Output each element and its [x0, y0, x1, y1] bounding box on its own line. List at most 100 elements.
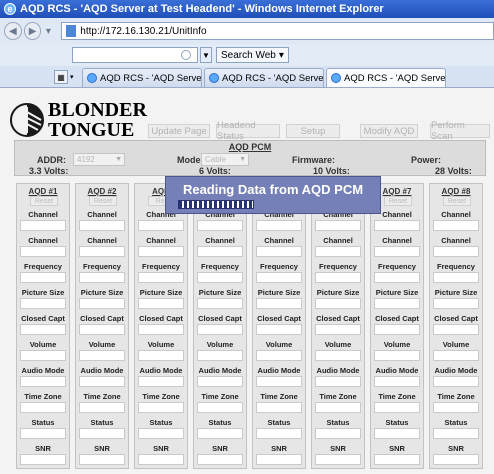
field-label: SNR — [271, 444, 287, 453]
field-value-box — [315, 246, 361, 257]
mode-select[interactable]: Cable ▼ — [201, 153, 249, 166]
field-label: Closed Capt — [21, 314, 65, 323]
field-value-box — [138, 246, 184, 257]
field-value-box — [433, 246, 479, 257]
aqd-column-8: AQD #8ResetChannelChannel NameFrequencyP… — [429, 183, 483, 469]
field-label: Time Zone — [24, 392, 62, 401]
browser-tab-1[interactable]: AQD RCS - 'AQD Server at T... — [82, 68, 202, 87]
field-value-box — [315, 402, 361, 413]
field-value-box — [138, 402, 184, 413]
setup-button[interactable]: Setup — [286, 124, 340, 138]
search-web-label: Search Web — [221, 49, 276, 61]
field-value-box — [374, 376, 420, 387]
reset-button[interactable]: Reset — [384, 196, 412, 206]
field-value-box — [374, 428, 420, 439]
field-label: SNR — [212, 444, 228, 453]
field-value-box — [256, 454, 302, 465]
v6-label: 6 Volts: — [199, 166, 231, 176]
ie-logo-icon: e — [4, 3, 16, 15]
field-label: Closed Capt — [139, 314, 183, 323]
field-label: Closed Capt — [434, 314, 478, 323]
addr-value: 4192 — [77, 155, 95, 164]
aqd-column-title: AQD #2 — [87, 187, 117, 196]
field-value-box — [138, 324, 184, 335]
field-value-box — [256, 376, 302, 387]
modify-aqd-button[interactable]: Modify AQD — [360, 124, 418, 138]
perform-scan-button[interactable]: Perform Scan — [430, 120, 490, 142]
field-label: Audio Mode — [257, 366, 301, 375]
firmware-label: Firmware: — [292, 155, 336, 165]
history-dropdown-icon[interactable]: ▾ — [43, 22, 53, 40]
field-label: Time Zone — [319, 392, 357, 401]
field-value-box — [256, 298, 302, 309]
field-value-box — [315, 376, 361, 387]
field-value-box — [79, 376, 125, 387]
field-label: SNR — [35, 444, 51, 453]
field-label: Audio Mode — [316, 366, 360, 375]
field-label: Audio Mode — [21, 366, 65, 375]
address-bar[interactable]: http://172.16.130.21/UnitInfo — [61, 22, 494, 40]
tab-list-dropdown-icon[interactable]: ▾ — [70, 70, 78, 84]
addr-label: ADDR: — [37, 155, 66, 165]
field-label: SNR — [153, 444, 169, 453]
aqd-column-title: AQD #8 — [441, 187, 471, 196]
field-value-box — [433, 350, 479, 361]
field-label: Picture Size — [21, 288, 65, 297]
field-value-box — [433, 272, 479, 283]
field-label: Audio Mode — [139, 366, 183, 375]
v28-label: 28 Volts: — [435, 166, 472, 176]
update-page-button[interactable]: Update Page — [148, 124, 210, 138]
field-label: Time Zone — [83, 392, 121, 401]
window-title: AQD RCS - 'AQD Server at Test Headend' -… — [20, 3, 384, 15]
field-label: Time Zone — [201, 392, 239, 401]
field-label: Frequency — [437, 262, 475, 271]
field-value-box — [315, 428, 361, 439]
browser-tab-2[interactable]: AQD RCS - 'AQD Server at T... — [204, 68, 324, 87]
field-value-box — [197, 428, 243, 439]
reset-button[interactable]: Reset — [89, 196, 117, 206]
field-label: Status — [267, 418, 291, 427]
back-arrow-icon[interactable]: ◀ — [4, 22, 22, 40]
field-label: Channel — [87, 210, 117, 219]
field-label: Frequency — [142, 262, 180, 271]
field-label: Status — [90, 418, 114, 427]
aqd-column-title: AQD #1 — [28, 187, 58, 196]
field-label: Picture Size — [198, 288, 242, 297]
field-label: Closed Capt — [257, 314, 301, 323]
reset-button[interactable]: Reset — [443, 196, 471, 206]
search-dropdown-icon[interactable]: ▼ — [200, 47, 212, 63]
tab-label: AQD RCS - 'AQD Server at T... — [100, 72, 202, 84]
v10-label: 10 Volts: — [313, 166, 350, 176]
reset-button[interactable]: Reset — [30, 196, 58, 206]
field-value-box — [79, 350, 125, 361]
field-label: Audio Mode — [434, 366, 478, 375]
search-web-button[interactable]: Search Web ▾ — [216, 47, 289, 63]
field-value-box — [197, 246, 243, 257]
quick-tabs-icon[interactable]: ▦ — [54, 70, 68, 84]
field-label: Status — [326, 418, 350, 427]
aqd-column-5: ChannelChannel NameFrequencyPicture Size… — [252, 183, 306, 469]
field-value-box — [20, 376, 66, 387]
field-value-box — [315, 350, 361, 361]
field-value-box — [79, 220, 125, 231]
field-label: Closed Capt — [198, 314, 242, 323]
field-value-box — [138, 376, 184, 387]
field-value-box — [374, 402, 420, 413]
addr-select[interactable]: 4192 ▼ — [73, 153, 125, 166]
field-value-box — [197, 454, 243, 465]
search-progress-icon — [181, 50, 191, 60]
browser-tab-3[interactable]: AQD RCS - 'AQD Server a... ✕ — [326, 68, 446, 87]
field-value-box — [138, 428, 184, 439]
field-value-box — [138, 350, 184, 361]
field-value-box — [256, 220, 302, 231]
search-input[interactable] — [72, 47, 198, 63]
chevron-down-icon: ▼ — [239, 156, 246, 163]
forward-arrow-icon[interactable]: ▶ — [23, 22, 42, 40]
field-value-box — [20, 324, 66, 335]
field-value-box — [197, 272, 243, 283]
field-value-box — [197, 324, 243, 335]
address-url: http://172.16.130.21/UnitInfo — [80, 25, 207, 37]
field-value-box — [315, 324, 361, 335]
favicon-icon — [209, 73, 219, 83]
headend-status-button[interactable]: Headend Status — [216, 120, 280, 142]
